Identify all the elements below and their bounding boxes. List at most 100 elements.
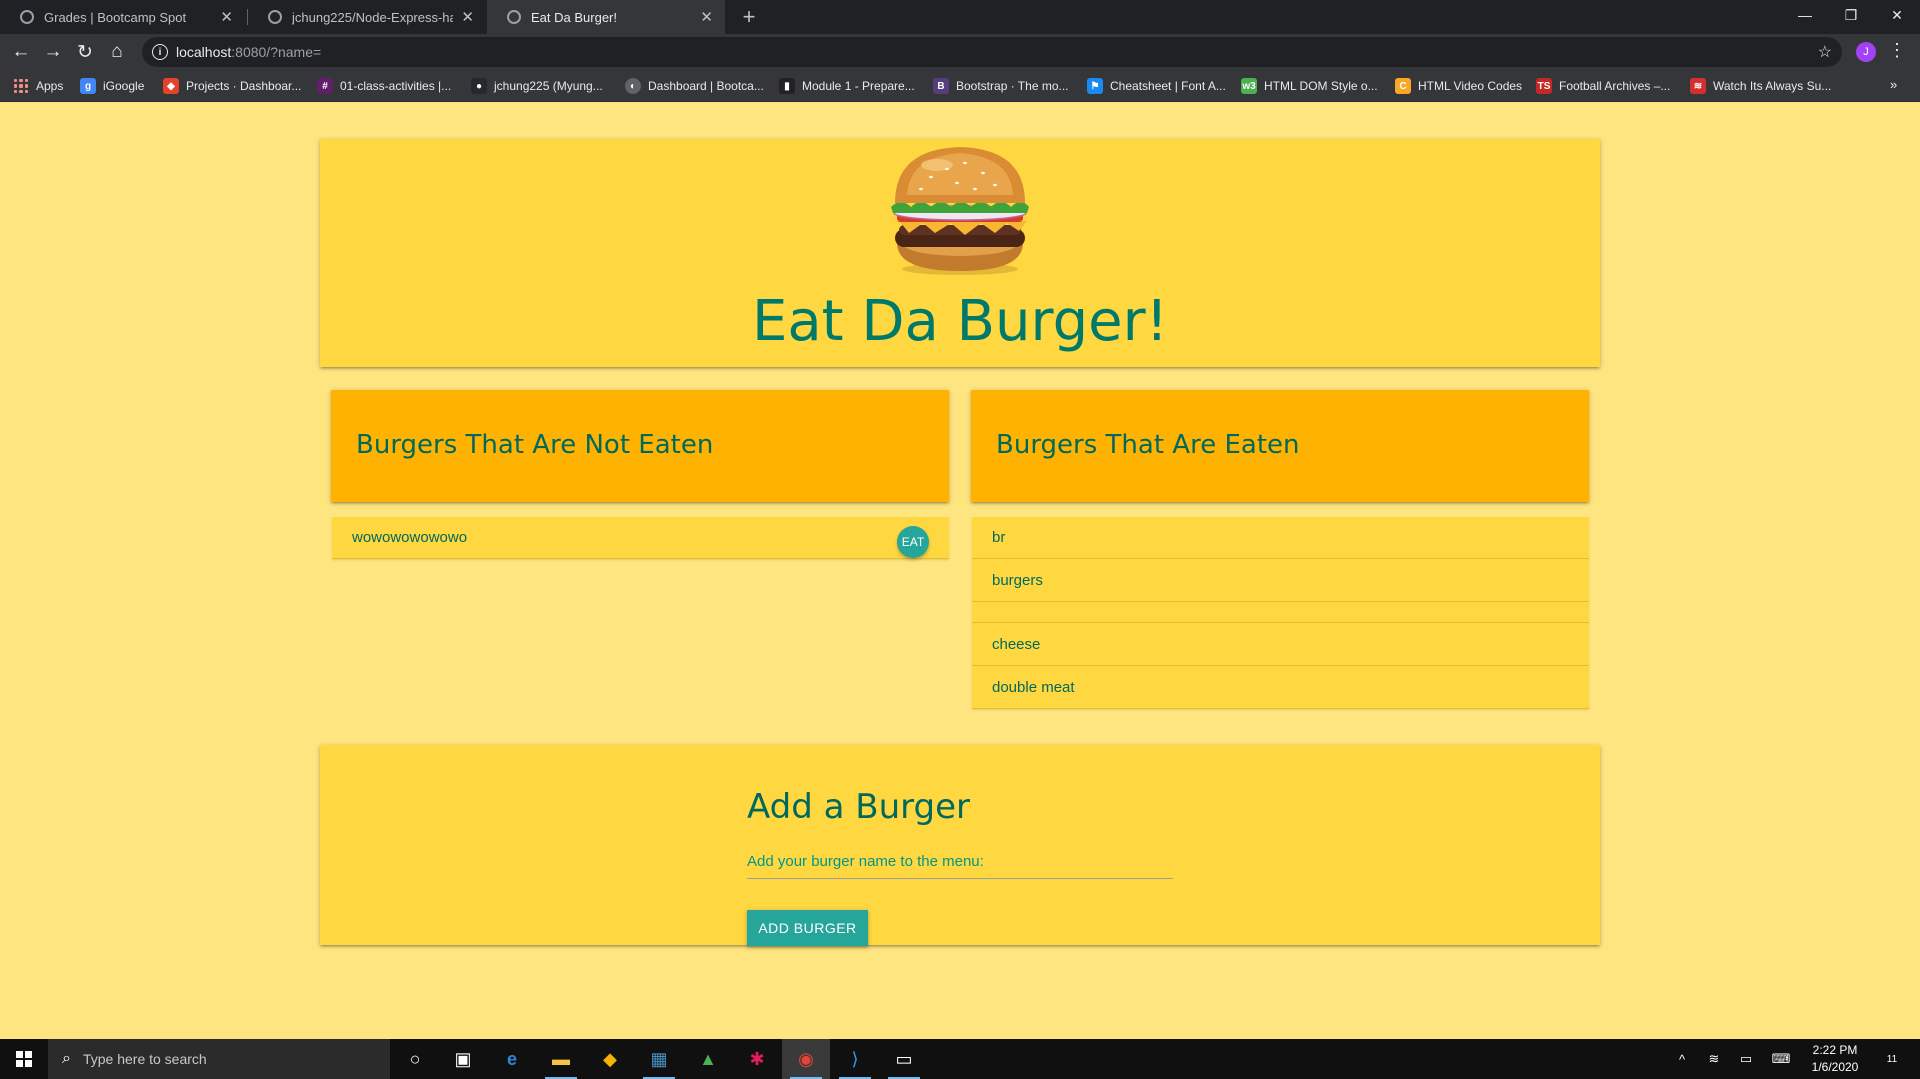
list-item: burgers [972,559,1589,602]
bookmark-igoogle[interactable]: g iGoogle [80,70,144,102]
back-icon[interactable]: ← [8,39,34,65]
bookmark-watch-always-sunny[interactable]: ≋ Watch Its Always Su... [1690,70,1831,102]
bookmarks-bar: Apps g iGoogle ◆ Projects · Dashboar... … [0,70,1920,102]
mysql-workbench-icon[interactable]: ▦ [635,1039,683,1079]
notifications-icon[interactable]: 11 [1872,1039,1912,1079]
not-eaten-heading: Burgers That Are Not Eaten [356,430,714,460]
apps-grid-icon [14,79,28,93]
file-explorer-icon[interactable]: ▬ [537,1039,585,1079]
bookmark-class-activities[interactable]: # 01-class-activities |... [317,70,451,102]
bookmark-label: Apps [36,79,64,93]
github-icon [268,10,282,24]
new-tab-button[interactable]: + [736,4,762,30]
task-view-icon[interactable]: ▣ [439,1039,487,1079]
slack-icon[interactable]: ✱ [733,1039,781,1079]
bookmark-label: Cheatsheet | Font A... [1110,79,1226,93]
eaten-header-card: Burgers That Are Eaten [971,390,1589,502]
show-hidden-icons-icon[interactable]: ^ [1670,1039,1694,1079]
eaten-heading: Burgers That Are Eaten [996,430,1300,460]
not-eaten-header-card: Burgers That Are Not Eaten [331,390,949,502]
close-window-button[interactable]: ✕ [1874,0,1920,30]
header-card: Eat Da Burger! [320,139,1600,367]
list-item: double meat [972,666,1589,709]
add-burger-heading: Add a Burger [747,787,971,827]
eat-button[interactable]: EAT [897,526,929,558]
close-tab-icon[interactable]: ✕ [220,8,233,26]
burger-name: br [992,529,1006,546]
bookmark-label: Dashboard | Bootca... [648,79,764,93]
not-eaten-list: wowowowowowo EAT [332,517,949,559]
system-clock[interactable]: 2:22 PM 1/6/2020 [1800,1042,1870,1076]
wifi-logo-icon: ≋ [1690,78,1706,94]
bookmark-label: HTML DOM Style o... [1264,79,1378,93]
add-burger-button[interactable]: ADD BURGER [747,910,868,946]
keyboard-icon[interactable]: ⌨ [1766,1039,1796,1079]
bookmark-font-awesome[interactable]: ⚑ Cheatsheet | Font A... [1087,70,1226,102]
menu-kebab-icon[interactable]: ⋮ [1888,40,1906,61]
bookmark-projects[interactable]: ◆ Projects · Dashboar... [163,70,301,102]
vscode-icon[interactable]: ⟩ [831,1039,879,1079]
bookmark-github-profile[interactable]: ● jchung225 (Myung... [471,70,603,102]
windows-logo-icon [16,1051,32,1067]
bookmark-html-dom[interactable]: w3 HTML DOM Style o... [1241,70,1378,102]
start-button[interactable] [0,1039,48,1079]
burger-name: burgers [992,571,1043,589]
burger-name: wowowowowowo [352,529,468,546]
url-path: :8080/?name= [231,44,322,60]
edge-icon[interactable]: e [488,1039,536,1079]
bookmark-label: jchung225 (Myung... [494,79,603,93]
close-tab-icon[interactable]: ✕ [700,8,713,26]
windows-taskbar: ⌕ Type here to search ○ ▣ e ▬ ◆ ▦ ▲ ✱ ◉ … [0,1039,1920,1079]
restore-button[interactable]: ❐ [1828,0,1874,30]
google-icon: g [80,78,96,94]
address-bar[interactable]: i localhost:8080/?name= ☆ [142,37,1842,67]
battery-icon[interactable]: ▭ [1734,1039,1758,1079]
notebook-icon: ▮ [779,78,795,94]
add-burger-card: Add a Burger ADD BURGER [320,745,1600,946]
bookmark-football-archives[interactable]: TS Football Archives –... [1536,70,1670,102]
bookmark-star-icon[interactable]: ☆ [1818,42,1832,62]
tab-eat-da-burger[interactable]: Eat Da Burger! ✕ [487,0,725,34]
sourcetree-icon[interactable]: ◆ [586,1039,634,1079]
site-info-icon[interactable]: i [152,44,168,60]
browser-tab-bar: Grades | Bootcamp Spot ✕ jchung225/Node-… [0,0,1920,34]
bookmark-apps[interactable]: Apps [14,70,63,102]
bookmark-dashboard[interactable]: ◐ Dashboard | Bootca... [625,70,764,102]
network-icon[interactable]: ≋ [1702,1039,1726,1079]
chrome-icon[interactable]: ◉ [782,1039,830,1079]
minimize-button[interactable]: — [1782,0,1828,30]
eaten-list: br burgers cheese double meat [972,517,1589,709]
home-icon[interactable]: ⌂ [104,39,130,65]
clock-time: 2:22 PM [1812,1043,1858,1057]
github-icon: ● [471,78,487,94]
bookmark-html-video-codes[interactable]: C HTML Video Codes [1395,70,1522,102]
bookmark-label: 01-class-activities |... [340,79,452,93]
terminal-icon[interactable]: ▭ [880,1039,928,1079]
bootstrap-icon: B [933,78,949,94]
profile-avatar[interactable]: J [1856,42,1876,62]
bookmark-label: Football Archives –... [1559,79,1671,93]
gitlab-icon: ◆ [163,78,179,94]
cortana-icon[interactable]: ○ [391,1039,439,1079]
list-item: cheese [972,623,1589,666]
bookmark-bootstrap[interactable]: B Bootstrap · The mo... [933,70,1069,102]
bookmark-module-1[interactable]: ▮ Module 1 - Prepare... [779,70,915,102]
taskbar-search[interactable]: ⌕ Type here to search [48,1039,390,1079]
tab-title: Grades | Bootcamp Spot [44,9,187,25]
globe-icon: ◐ [625,78,641,94]
more-bookmarks-icon[interactable]: » [1890,77,1897,92]
reload-icon[interactable]: ↻ [72,39,98,65]
mongodb-compass-icon[interactable]: ▲ [684,1039,732,1079]
list-item [972,602,1589,623]
w3schools-icon: w3 [1241,78,1257,94]
bookmark-label: Module 1 - Prepare... [802,79,915,93]
burger-name-input[interactable] [747,845,1173,879]
burger-name: cheese [992,635,1041,653]
tab-grades[interactable]: Grades | Bootcamp Spot ✕ [0,0,245,34]
close-tab-icon[interactable]: ✕ [461,8,474,26]
search-placeholder: Type here to search [82,1051,207,1067]
notification-count: 11 [1886,1053,1898,1065]
globe-icon [20,10,34,24]
forward-icon[interactable]: → [40,39,66,65]
tab-github[interactable]: jchung225/Node-Express-handle ✕ [248,0,486,34]
